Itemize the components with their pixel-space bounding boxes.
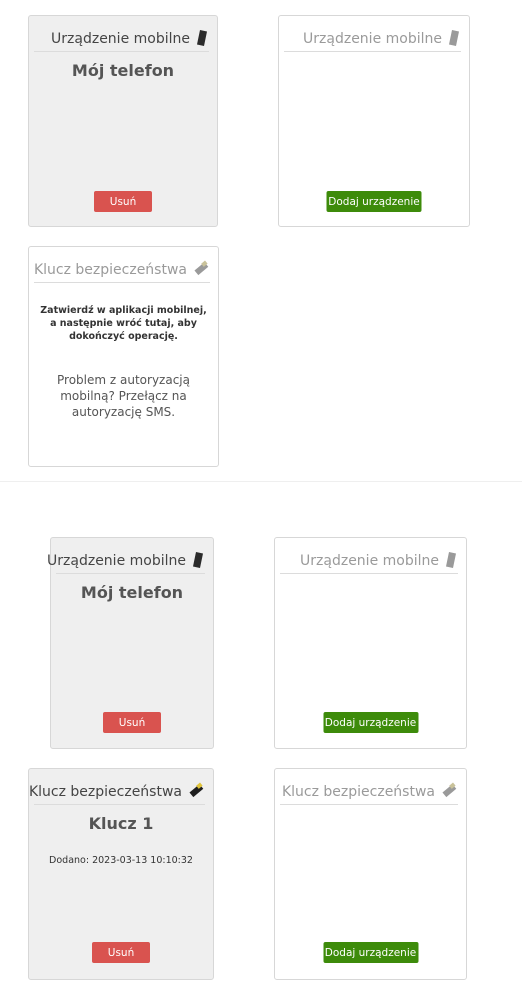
phone-icon <box>195 29 209 47</box>
card-header: Klucz bezpieczeństwa <box>29 769 205 805</box>
security-key-card-empty: Klucz bezpieczeństwa Dodaj urządzenie <box>274 768 467 980</box>
card-header-label: Klucz bezpieczeństwa <box>33 262 187 278</box>
security-key-card-auth: Klucz bezpieczeństwa Zatwierdź w aplikac… <box>28 246 219 467</box>
phone-icon <box>447 29 461 47</box>
device-card-empty: Urządzenie mobilne Dodaj urządzenie <box>278 15 470 227</box>
confirm-line-1: Zatwierdź w aplikacji mobilnej, <box>40 305 207 316</box>
remove-key-button[interactable]: Usuń <box>92 942 150 963</box>
card-header-label: Urządzenie mobilne <box>47 553 186 569</box>
usb-key-icon <box>440 782 458 800</box>
device-card-empty: Urządzenie mobilne Dodaj urządzenie <box>274 537 467 749</box>
card-header: Urządzenie mobilne <box>284 16 461 52</box>
device-card-mobile: Urządzenie mobilne Mój telefon Usuń <box>47 537 214 749</box>
card-header-label: Klucz bezpieczeństwa <box>28 784 182 800</box>
card-header-label: Urządzenie mobilne <box>303 31 442 47</box>
card-header-label: Urządzenie mobilne <box>300 553 439 569</box>
device-name: Mój telefon <box>71 61 175 80</box>
confirm-instructions: Zatwierdź w aplikacji mobilnej, a następ… <box>39 304 208 343</box>
card-header: Urządzenie mobilne <box>280 538 458 574</box>
card-header: Klucz bezpieczeństwa <box>280 769 458 805</box>
security-key-card: Klucz bezpieczeństwa Klucz 1 Dodano: 202… <box>28 768 214 980</box>
section-divider <box>0 481 522 482</box>
usb-key-icon <box>187 782 205 800</box>
usb-key-icon <box>192 260 210 278</box>
remove-device-button[interactable]: Usuń <box>103 712 161 733</box>
remove-device-button[interactable]: Usuń <box>94 191 152 212</box>
card-header: Urządzenie mobilne <box>47 538 205 574</box>
key-added-date: Dodano: 2023-03-13 10:10:32 <box>49 855 193 866</box>
card-header-label: Klucz bezpieczeństwa <box>281 784 435 800</box>
phone-icon <box>191 551 205 569</box>
card-header: Urządzenie mobilne <box>34 16 209 52</box>
add-device-button[interactable]: Dodaj urządzenie <box>326 191 422 212</box>
confirm-line-2: a następnie wróć tutaj, aby dokończyć op… <box>50 318 197 342</box>
device-card-mobile: Urządzenie mobilne Mój telefon Usuń <box>28 15 218 227</box>
switch-to-sms-link[interactable]: Problem z autoryzacją mobilną? Przełącz … <box>39 372 208 420</box>
add-device-button[interactable]: Dodaj urządzenie <box>323 712 418 733</box>
key-name: Klucz 1 <box>88 814 154 833</box>
card-header: Klucz bezpieczeństwa <box>34 247 210 283</box>
device-name: Mój telefon <box>80 583 184 602</box>
phone-icon <box>444 551 458 569</box>
card-header-label: Urządzenie mobilne <box>51 31 190 47</box>
add-key-button[interactable]: Dodaj urządzenie <box>323 942 418 963</box>
